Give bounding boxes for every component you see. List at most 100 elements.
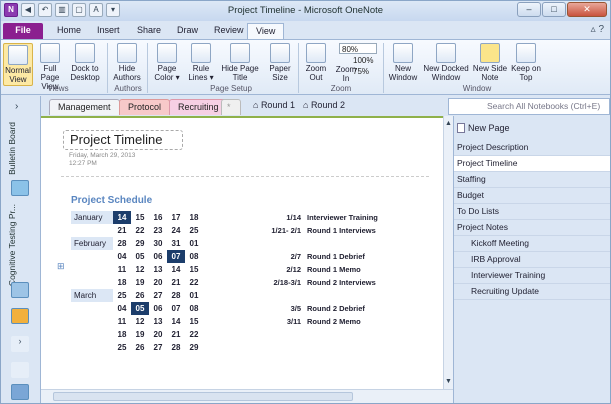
normal-view-button[interactable]: Normal View (3, 43, 33, 86)
notebook-icon[interactable] (11, 180, 29, 196)
new-docked-window-button[interactable]: New Docked Window (423, 43, 469, 82)
new-page-button[interactable]: New Page (454, 116, 610, 140)
section-icon[interactable] (11, 308, 29, 324)
calendar-day: 17 (171, 213, 181, 222)
full-page-icon (40, 43, 60, 63)
tab-draw[interactable]: Draw (169, 23, 206, 39)
calendar-row: 25 26 27 28 29 (71, 341, 203, 354)
zoom-75-button[interactable]: 75% (337, 66, 377, 77)
page-list-item[interactable]: Project Notes (454, 220, 610, 236)
page-list-item[interactable]: Recruiting Update (454, 284, 610, 300)
calendar-day: 24 (171, 226, 181, 235)
tab-review[interactable]: Review (206, 23, 252, 39)
page-canvas[interactable]: Project Timeline Friday, March 29, 2013 … (41, 116, 443, 389)
page-list-item[interactable]: Interviewer Training (454, 268, 610, 284)
calendar-day: 14 (113, 211, 131, 224)
rule-lines-icon (191, 43, 211, 63)
page-date: Friday, March 29, 2013 (69, 152, 136, 159)
horizontal-scrollbar[interactable] (41, 389, 453, 403)
new-window-button[interactable]: New Window (387, 43, 419, 82)
expand-icon[interactable]: › (11, 336, 29, 352)
paper-size-button[interactable]: Paper Size (265, 43, 295, 82)
page-list-item[interactable]: Project Timeline (454, 156, 610, 172)
notebook-icon[interactable] (11, 282, 29, 298)
unfiled-notes-icon[interactable] (11, 362, 29, 378)
page-color-button[interactable]: Page Color ▾ (151, 43, 183, 82)
ribbon: Normal View Full Page View Dock to Deskt… (1, 39, 610, 95)
page-color-icon (157, 43, 177, 63)
calendar-day: 25 (117, 343, 127, 352)
group-window: Window (462, 84, 492, 93)
schedule-event: 2/18-3/1 Round 2 Interviews (273, 278, 375, 287)
scroll-up-icon[interactable]: ▲ (445, 120, 452, 127)
notebook-bulletin-board[interactable]: Bulletin Board (7, 122, 17, 175)
hide-authors-button[interactable]: Hide Authors (112, 43, 142, 82)
page-title[interactable]: Project Timeline (63, 130, 183, 150)
event-name: Round 2 Memo (307, 317, 361, 326)
event-date: 2/18-3/1 (273, 278, 301, 287)
normal-view-icon (8, 45, 28, 65)
hide-page-title-button[interactable]: Hide Page Title (219, 43, 261, 82)
page-list-item[interactable]: Project Description (454, 140, 610, 156)
schedule-container: Project Schedule January 14 15 16 17 18 21 22 23… (61, 176, 429, 386)
maximize-button[interactable]: □ (542, 2, 566, 17)
new-side-note-button[interactable]: New Side Note (471, 43, 509, 82)
page-list-item[interactable]: Kickoff Meeting (454, 236, 610, 252)
section-tab-recruiting[interactable]: Recruiting (169, 99, 228, 115)
vertical-scrollbar[interactable]: ▲ ▼ (443, 116, 453, 389)
calendar-day: 12 (135, 317, 145, 326)
tab-insert[interactable]: Insert (89, 23, 128, 39)
zoom-value-input[interactable]: 80% (339, 43, 377, 54)
tab-file[interactable]: File (3, 23, 43, 39)
page-list: New Page Project Description Project Time… (453, 116, 610, 403)
tab-home[interactable]: Home (49, 23, 89, 39)
section-group-round-1[interactable]: ⌂ Round 1 (253, 100, 295, 110)
calendar-day: 18 (189, 213, 199, 222)
event-name: Round 1 Memo (307, 265, 361, 274)
calendar-day: 28 (117, 239, 127, 248)
new-page-icon (457, 123, 465, 133)
calendar-day: 18 (117, 278, 127, 287)
quick-notes-icon[interactable] (11, 384, 29, 400)
dock-to-desktop-button[interactable]: Dock to Desktop (67, 43, 103, 82)
side-note-icon (480, 43, 500, 63)
page-list-item[interactable]: To Do Lists (454, 204, 610, 220)
calendar-day: 11 (117, 317, 127, 326)
new-section-tab[interactable]: * (221, 99, 241, 115)
help-icon[interactable]: ▵ ? (591, 24, 604, 35)
section-tab-management[interactable]: Management (49, 99, 120, 115)
calendar-row: 11 12 13 14 15 (71, 263, 203, 276)
zoom-100-button[interactable]: 100% (337, 55, 377, 66)
calendar-day: 19 (135, 278, 145, 287)
tab-share[interactable]: Share (129, 23, 169, 39)
calendar-month (71, 263, 113, 276)
calendar-day: 31 (171, 239, 181, 248)
page-list-item[interactable]: Budget (454, 188, 610, 204)
keep-on-top-button[interactable]: Keep on Top (511, 43, 541, 82)
event-date: 1/21- 2/1 (271, 226, 301, 235)
calendar-day: 22 (189, 278, 199, 287)
search-input[interactable]: Search All Notebooks (Ctrl+E) (448, 98, 610, 115)
hide-title-icon (230, 43, 250, 63)
minimize-button[interactable]: – (517, 2, 541, 17)
scroll-down-icon[interactable]: ▼ (445, 378, 452, 385)
page-list-item[interactable]: Staffing (454, 172, 610, 188)
expand-navbar-icon[interactable]: › (15, 101, 18, 112)
calendar-day: 12 (135, 265, 145, 274)
calendar-day: 08 (189, 304, 199, 313)
tab-view[interactable]: View (247, 23, 285, 39)
scroll-thumb[interactable] (53, 392, 353, 401)
notebook-cognitive-testing[interactable]: Cognitive Testing Pr... (7, 204, 17, 286)
page-list-item[interactable]: IRB Approval (454, 252, 610, 268)
calendar-row: 21 22 23 24 25 (71, 224, 203, 237)
rule-lines-button[interactable]: Rule Lines ▾ (185, 43, 217, 82)
close-button[interactable]: ✕ (567, 2, 607, 17)
section-tab-protocol[interactable]: Protocol (119, 99, 171, 115)
schedule-event: 2/12 Round 1 Memo (286, 265, 361, 274)
zoom-out-button[interactable]: Zoom Out (302, 43, 330, 82)
ribbon-tabs: File Home Insert Share Draw Review View … (1, 21, 610, 39)
calendar-day: 11 (117, 265, 127, 274)
calendar-day: 29 (189, 343, 199, 352)
section-group-round-2[interactable]: ⌂ Round 2 (303, 100, 345, 110)
calendar-month (71, 302, 113, 315)
